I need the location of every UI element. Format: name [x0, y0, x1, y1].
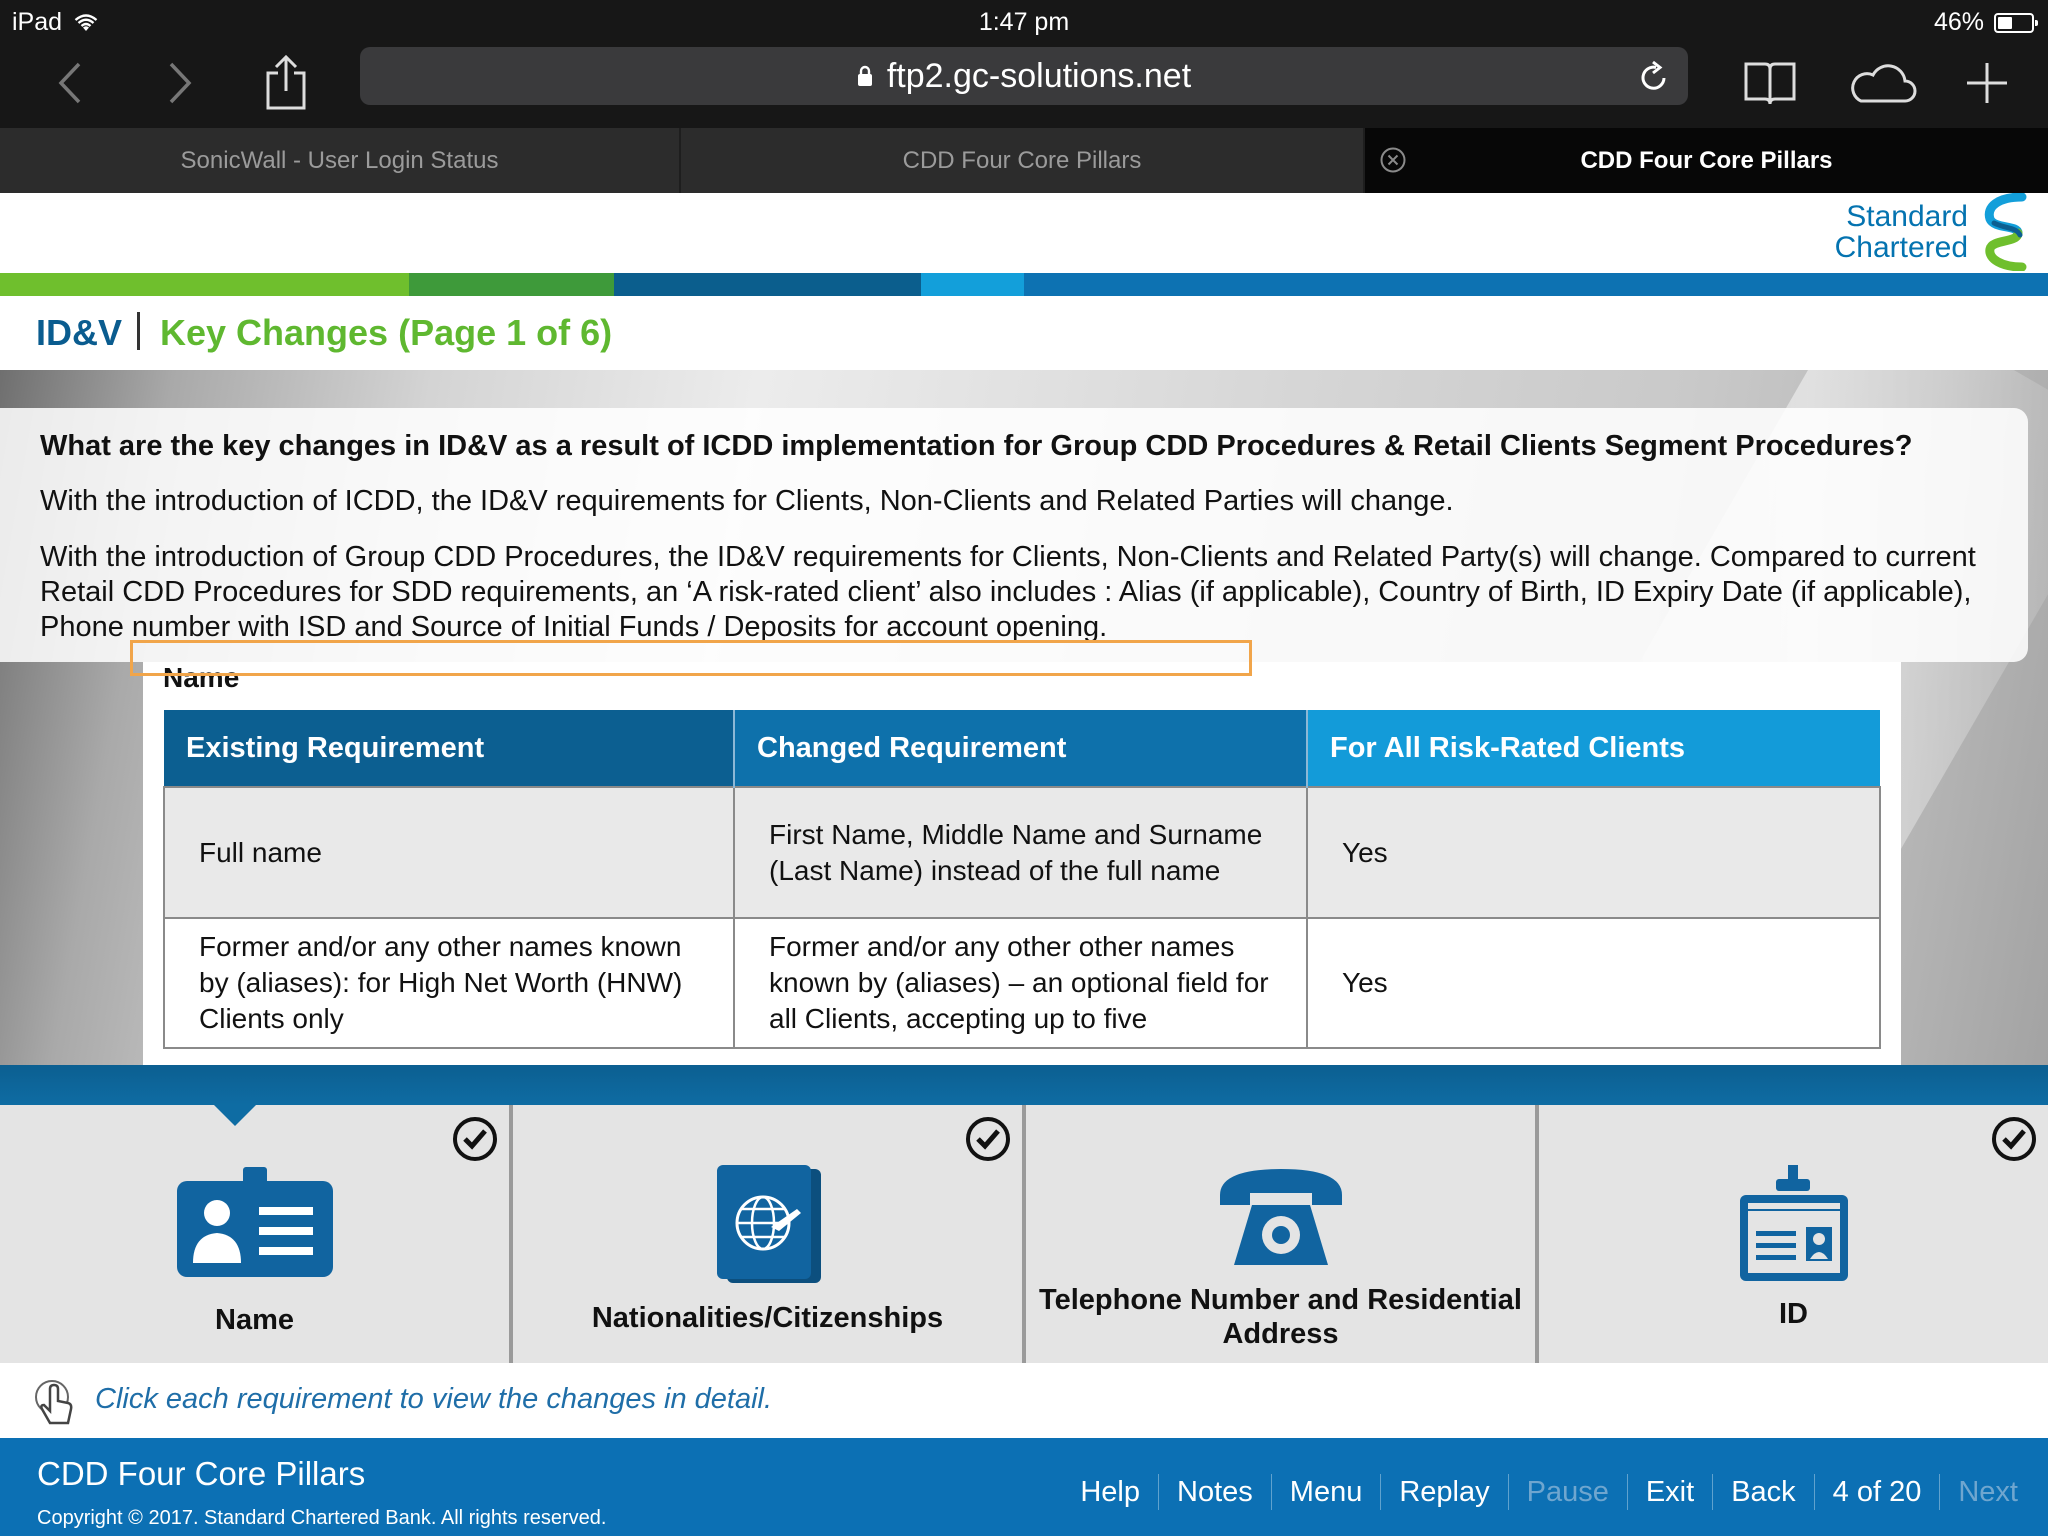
check-circle-icon	[966, 1117, 1010, 1161]
tile-label: Telephone Number and Residential Address	[1039, 1284, 1522, 1350]
table-cell: Yes	[1306, 786, 1881, 919]
page-title: Key Changes (Page 1 of 6)	[160, 312, 613, 353]
logo-swirl-icon	[1984, 193, 2027, 271]
help-button[interactable]: Help	[1062, 1474, 1158, 1510]
close-tab-icon[interactable]	[1379, 146, 1407, 174]
tab-label: SonicWall - User Login Status	[180, 146, 499, 174]
new-tab-icon[interactable]	[1962, 50, 2012, 116]
tab-cdd-pillars[interactable]: CDD Four Core Pillars	[681, 128, 1365, 193]
copyright-text: Copyright © 2017. Standard Chartered Ban…	[37, 1507, 607, 1529]
tile-id[interactable]: ID	[1539, 1105, 2048, 1363]
exit-button[interactable]: Exit	[1626, 1474, 1712, 1510]
requirements-table: Existing Requirement Changed Requirement…	[163, 710, 1881, 1049]
battery-icon	[1994, 12, 2038, 33]
id-card-icon	[1739, 1165, 1848, 1281]
table-cell: Former and/or any other other names know…	[733, 917, 1308, 1049]
browser-tab-strip: SonicWall - User Login Status CDD Four C…	[0, 128, 2048, 193]
intro-question: What are the key changes in ID&V as a re…	[40, 430, 1913, 462]
brand-header: Standard Chartered	[0, 193, 2048, 273]
tile-telephone-address[interactable]: Telephone Number and Residential Address	[1026, 1105, 1539, 1363]
tab-label: CDD Four Core Pillars	[902, 146, 1142, 174]
tab-label: CDD Four Core Pillars	[1580, 146, 1833, 174]
selected-tile-pointer	[213, 1104, 257, 1126]
instruction-row: Click each requirement to view the chang…	[0, 1363, 2048, 1438]
tile-label: Name	[215, 1304, 294, 1336]
back-arrow-icon[interactable]	[50, 50, 90, 116]
table-row: Full name First Name, Middle Name and Su…	[163, 786, 1881, 919]
back-button[interactable]: Back	[1712, 1474, 1813, 1510]
browser-toolbar: ftp2.gc-solutions.net	[0, 42, 2048, 128]
player-footer: CDD Four Core Pillars Copyright © 2017. …	[0, 1438, 2048, 1536]
address-bar[interactable]: ftp2.gc-solutions.net	[360, 47, 1688, 105]
course-title: CDD Four Core Pillars	[37, 1455, 366, 1492]
logo-line-2: Chartered	[1834, 231, 1968, 264]
page-progress: 4 of 20	[1813, 1474, 1940, 1510]
passport-icon	[716, 1165, 821, 1283]
table-cell: Former and/or any other names known by (…	[163, 917, 735, 1049]
table-header-row: Existing Requirement Changed Requirement…	[164, 710, 1880, 787]
requirements-panel: Name Existing Requirement Changed Requir…	[143, 662, 1901, 1065]
clock: 1:47 pm	[978, 8, 1070, 36]
forward-arrow-icon[interactable]	[160, 50, 200, 116]
page-title-row: ID&V Key Changes (Page 1 of 6)	[0, 296, 2048, 370]
column-header: Changed Requirement	[733, 710, 1307, 787]
section-title: ID&V	[36, 312, 123, 353]
tiles-top-strip	[0, 1065, 2048, 1105]
check-circle-icon	[1992, 1117, 2036, 1161]
check-circle-icon	[453, 1117, 497, 1161]
intro-paragraph-2: With the introduction of Group CDD Proce…	[40, 541, 1976, 643]
url-text: ftp2.gc-solutions.net	[886, 56, 1192, 95]
pause-button[interactable]: Pause	[1507, 1474, 1627, 1510]
tile-label: Nationalities/Citizenships	[591, 1302, 944, 1334]
brand-color-bar	[0, 273, 2048, 296]
bookmarks-icon[interactable]	[1742, 50, 1798, 116]
ios-status-bar: iPad 1:47 pm 46%	[0, 0, 2048, 42]
battery-percent: 46%	[1933, 8, 1984, 36]
tab-cdd-pillars-active[interactable]: CDD Four Core Pillars	[1365, 128, 2048, 193]
telephone-icon	[1219, 1169, 1342, 1265]
title-divider	[137, 312, 140, 350]
lock-icon	[857, 65, 872, 86]
tile-nationalities[interactable]: Nationalities/Citizenships	[513, 1105, 1026, 1363]
column-header: Existing Requirement	[164, 710, 734, 787]
icloud-tabs-icon[interactable]	[1846, 50, 1918, 116]
column-header: For All Risk-Rated Clients	[1306, 710, 1880, 787]
id-badge-icon	[176, 1167, 333, 1277]
tile-label: ID	[1779, 1298, 1808, 1330]
tab-sonicwall[interactable]: SonicWall - User Login Status	[0, 128, 681, 193]
table-row: Former and/or any other names known by (…	[163, 917, 1881, 1049]
intro-panel: What are the key changes in ID&V as a re…	[0, 408, 2028, 662]
table-cell: Yes	[1306, 917, 1881, 1049]
tap-hand-icon	[35, 1380, 73, 1425]
tile-name[interactable]: Name	[0, 1105, 513, 1363]
next-button[interactable]: Next	[1939, 1474, 2036, 1510]
intro-paragraph-1: With the introduction of ICDD, the ID&V …	[40, 485, 1454, 517]
logo-line-1: Standard	[1846, 200, 1968, 233]
requirement-tiles: Name Nationalities/Citizenships Telephon…	[0, 1105, 2048, 1363]
table-cell: Full name	[163, 786, 735, 919]
player-nav: Help Notes Menu Replay Pause Exit Back 4…	[1062, 1474, 2036, 1510]
focus-highlight-box	[130, 640, 1252, 676]
share-icon[interactable]	[262, 50, 310, 116]
standard-chartered-logo: Standard Chartered	[1835, 193, 2030, 271]
table-cell: First Name, Middle Name and Surname (Las…	[733, 786, 1308, 919]
menu-button[interactable]: Menu	[1270, 1474, 1381, 1510]
replay-button[interactable]: Replay	[1380, 1474, 1507, 1510]
instruction-text: Click each requirement to view the chang…	[95, 1383, 773, 1415]
notes-button[interactable]: Notes	[1158, 1474, 1271, 1510]
reload-icon[interactable]	[1638, 59, 1670, 93]
